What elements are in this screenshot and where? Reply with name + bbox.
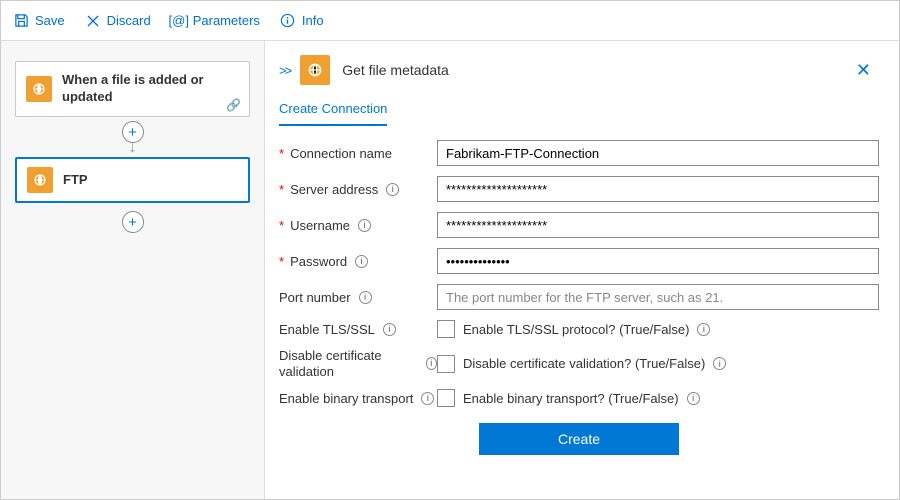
enable-binary-checkbox[interactable]	[437, 389, 455, 407]
ftp-icon	[26, 76, 52, 102]
create-button[interactable]: Create	[479, 423, 679, 455]
info-icon[interactable]: i	[426, 357, 437, 370]
password-label: *Passwordi	[279, 254, 437, 269]
info-icon[interactable]: i	[355, 255, 368, 268]
info-label: Info	[302, 13, 324, 28]
info-button[interactable]: Info	[280, 13, 324, 29]
discard-label: Discard	[107, 13, 151, 28]
enable-binary-label: Enable binary transporti	[279, 391, 437, 406]
enable-binary-check-label: Enable binary transport? (True/False)i	[463, 391, 700, 406]
discard-button[interactable]: Discard	[85, 13, 151, 29]
password-input[interactable]	[437, 248, 879, 274]
action-title: FTP	[63, 172, 88, 189]
enable-ssl-checkbox[interactable]	[437, 320, 455, 338]
info-icon[interactable]: i	[359, 291, 372, 304]
designer-canvas: When a file is added or updated 🔗 + ↓ FT…	[1, 41, 265, 499]
enable-ssl-check-label: Enable TLS/SSL protocol? (True/False)i	[463, 322, 710, 337]
save-button[interactable]: Save	[13, 13, 65, 29]
parameters-label: Parameters	[193, 13, 260, 28]
tab-create-connection[interactable]: Create Connection	[279, 95, 387, 126]
ftp-icon	[27, 167, 53, 193]
link-icon: 🔗	[226, 98, 241, 112]
collapse-icon[interactable]: >>	[279, 63, 290, 78]
arrow-down-icon: ↓	[129, 143, 137, 153]
server-address-label: *Server addressi	[279, 182, 437, 197]
enable-ssl-label: Enable TLS/SSLi	[279, 322, 437, 337]
connection-name-input[interactable]	[437, 140, 879, 166]
discard-icon	[85, 13, 101, 29]
info-icon[interactable]: i	[697, 323, 710, 336]
username-input[interactable]	[437, 212, 879, 238]
server-address-input[interactable]	[437, 176, 879, 202]
trigger-title: When a file is added or updated	[62, 72, 239, 106]
port-number-input[interactable]	[437, 284, 879, 310]
info-icon[interactable]: i	[386, 183, 399, 196]
info-icon[interactable]: i	[421, 392, 434, 405]
add-step-button-2[interactable]: +	[122, 211, 144, 233]
disable-cert-label: Disable certificate validationi	[279, 348, 437, 379]
disable-cert-check-label: Disable certificate validation? (True/Fa…	[463, 356, 726, 371]
parameters-icon: [@]	[171, 13, 187, 29]
port-number-label: Port numberi	[279, 290, 437, 305]
info-icon	[280, 13, 296, 29]
toolbar: Save Discard [@] Parameters Info	[1, 1, 899, 41]
save-label: Save	[35, 13, 65, 28]
ftp-action-node[interactable]: FTP	[15, 157, 250, 203]
username-label: *Usernamei	[279, 218, 437, 233]
ftp-icon	[300, 55, 330, 85]
info-icon[interactable]: i	[383, 323, 396, 336]
info-icon[interactable]: i	[713, 357, 726, 370]
panel-title: Get file metadata	[342, 62, 848, 78]
info-icon[interactable]: i	[358, 219, 371, 232]
connection-name-label: *Connection name	[279, 146, 437, 161]
disable-cert-checkbox[interactable]	[437, 355, 455, 373]
details-panel: >> Get file metadata ✕ Create Connection…	[265, 41, 899, 499]
close-icon[interactable]: ✕	[848, 56, 879, 85]
trigger-node[interactable]: When a file is added or updated 🔗	[15, 61, 250, 117]
parameters-button[interactable]: [@] Parameters	[171, 13, 260, 29]
info-icon[interactable]: i	[687, 392, 700, 405]
save-icon	[13, 13, 29, 29]
